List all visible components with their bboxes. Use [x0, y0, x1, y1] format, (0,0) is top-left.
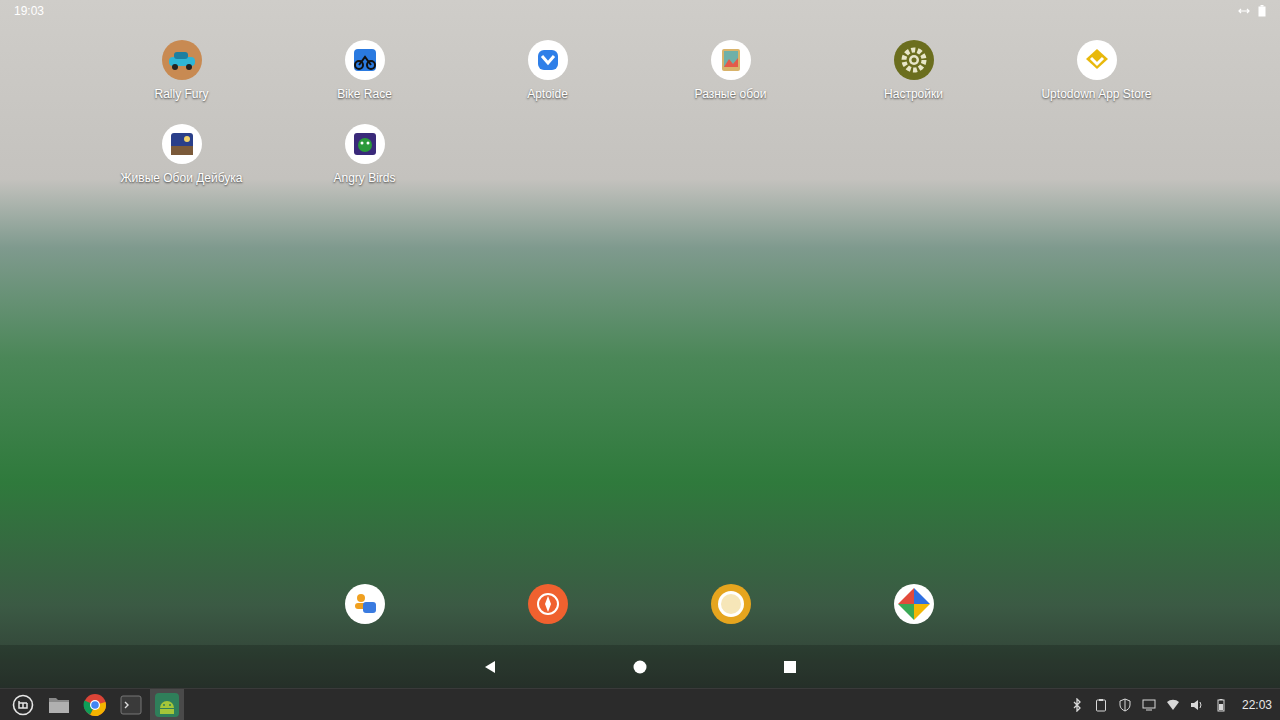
- app-shortcut[interactable]: Bike Race: [273, 40, 456, 102]
- tray-item[interactable]: [1166, 698, 1180, 712]
- app-label: Angry Birds: [333, 170, 395, 186]
- android-screen: 19:03 Rally Fury Bike Race Aptoide Разные об…: [0, 0, 1280, 688]
- clock[interactable]: 22:03: [1242, 696, 1272, 714]
- back-icon[interactable]: [482, 659, 498, 675]
- nav-button[interactable]: [780, 657, 800, 677]
- taskbar-item[interactable]: [6, 689, 40, 720]
- app-shortcut[interactable]: Настройки: [822, 40, 1005, 102]
- terminal-icon: [120, 695, 142, 715]
- gallery-icon: [894, 584, 934, 624]
- car-icon: [162, 40, 202, 80]
- tray-item[interactable]: [1190, 698, 1204, 712]
- app-shortcut[interactable]: Живые Обои Дейбука: [90, 124, 273, 186]
- app-label: Bike Race: [337, 86, 392, 102]
- nav-button[interactable]: [630, 657, 650, 677]
- desktop: 19:03 Rally Fury Bike Race Aptoide Разные об…: [0, 0, 1280, 720]
- navigation-bar: [0, 645, 1280, 688]
- battery-icon[interactable]: [1214, 698, 1228, 712]
- recents-icon[interactable]: [782, 659, 798, 675]
- wallpaper-icon: [711, 40, 751, 80]
- app-label: Aptoide: [527, 86, 568, 102]
- gear-icon: [894, 40, 934, 80]
- app-shortcut[interactable]: Rally Fury: [90, 40, 273, 102]
- taskbar-item[interactable]: [114, 689, 148, 720]
- live-wallpaper-icon: [162, 124, 202, 164]
- app-grid: Rally Fury Bike Race Aptoide Разные обои Нас…: [0, 22, 1280, 186]
- dock-app[interactable]: [639, 584, 822, 624]
- dock-app[interactable]: [456, 584, 639, 624]
- app-label: Разные обои: [695, 86, 767, 102]
- taskbar: 22:03: [0, 688, 1280, 720]
- shield-icon[interactable]: [1118, 698, 1132, 712]
- clipboard-icon[interactable]: [1094, 698, 1108, 712]
- tray-item[interactable]: [1214, 698, 1228, 712]
- app-label: Uptodown App Store: [1041, 86, 1151, 102]
- app-shortcut[interactable]: Aptoide: [456, 40, 639, 102]
- battery-icon: [1258, 5, 1266, 17]
- taskbar-item[interactable]: [42, 689, 76, 720]
- tray-item[interactable]: [1094, 698, 1108, 712]
- rotation-icon: [1238, 6, 1250, 16]
- nav-button[interactable]: [480, 657, 500, 677]
- chrome-icon: [83, 693, 107, 717]
- tray-item[interactable]: [1118, 698, 1132, 712]
- bluetooth-icon[interactable]: [1070, 698, 1084, 712]
- folder-icon: [47, 694, 71, 716]
- taskbar-item[interactable]: [78, 689, 112, 720]
- app-label: Настройки: [884, 86, 943, 102]
- bike-icon: [345, 40, 385, 80]
- dock-app[interactable]: [822, 584, 1005, 624]
- home-icon[interactable]: [632, 659, 648, 675]
- contacts-icon: [345, 584, 385, 624]
- app-shortcut[interactable]: Angry Birds: [273, 124, 456, 186]
- uptodown-icon: [1077, 40, 1117, 80]
- status-time: 19:03: [14, 2, 44, 20]
- dock-app[interactable]: [273, 584, 456, 624]
- app-shortcut[interactable]: Uptodown App Store: [1005, 40, 1188, 102]
- volume-icon[interactable]: [1190, 698, 1204, 712]
- angry-bird-icon: [345, 124, 385, 164]
- dock: [0, 584, 1280, 624]
- tray-item[interactable]: [1070, 698, 1084, 712]
- camera-icon: [711, 584, 751, 624]
- compass-icon: [528, 584, 568, 624]
- app-shortcut[interactable]: Разные обои: [639, 40, 822, 102]
- display-icon[interactable]: [1142, 698, 1156, 712]
- app-label: Rally Fury: [154, 86, 208, 102]
- taskbar-item[interactable]: [150, 689, 184, 720]
- tray-item[interactable]: [1142, 698, 1156, 712]
- android-icon: [154, 692, 180, 718]
- aptoide-icon: [528, 40, 568, 80]
- status-bar: 19:03: [0, 0, 1280, 22]
- app-label: Живые Обои Дейбука: [120, 170, 242, 186]
- mint-menu-icon: [12, 694, 34, 716]
- wifi-icon[interactable]: [1166, 698, 1180, 712]
